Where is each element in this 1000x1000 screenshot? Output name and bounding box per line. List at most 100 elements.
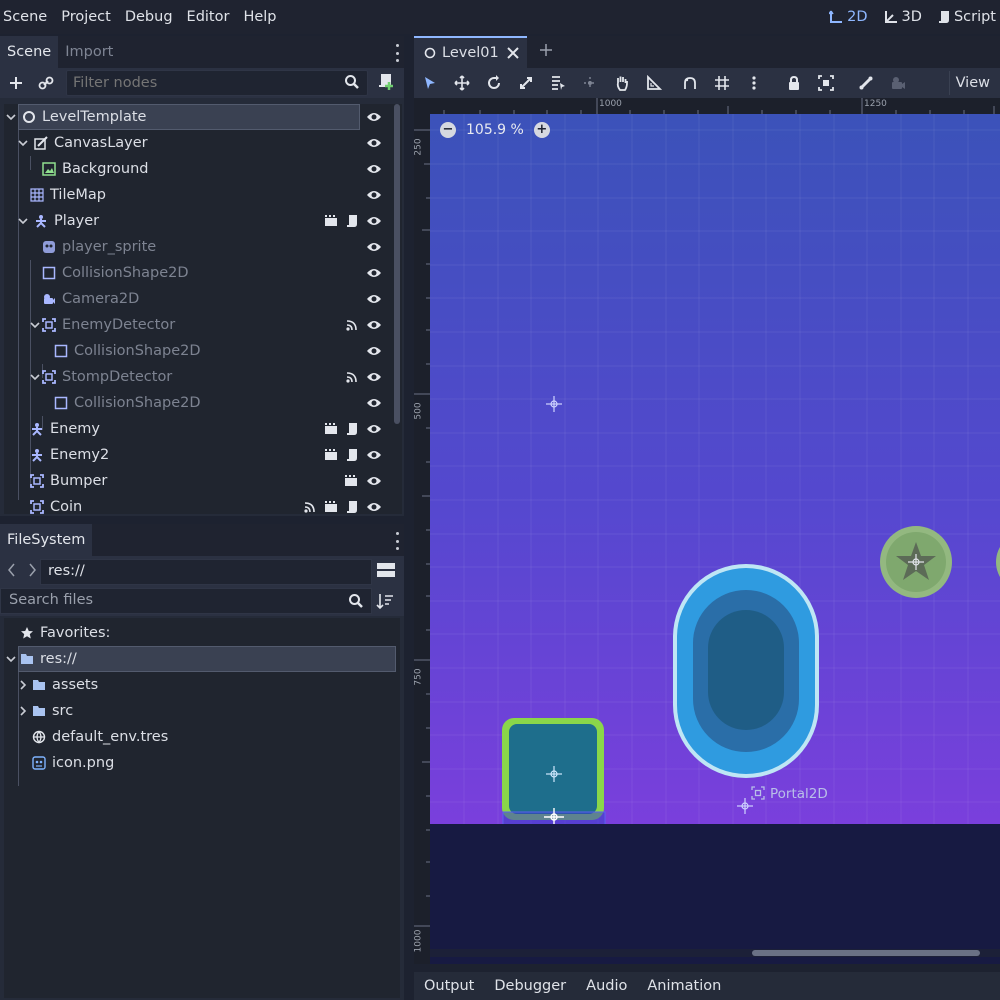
visibility-eye-icon[interactable] (366, 475, 382, 487)
search-files-input[interactable]: Search files (0, 588, 372, 614)
chevron-down-icon[interactable] (30, 320, 40, 330)
snap-options-button[interactable] (738, 70, 770, 96)
menu-project[interactable]: Project (57, 0, 119, 34)
2d-viewport[interactable]: 1000 1250 250 500 750 1000 Portal2D − 10… (414, 98, 1000, 964)
visibility-eye-icon[interactable] (366, 241, 382, 253)
favorites-header[interactable]: Favorites: (4, 620, 396, 646)
dock-menu-icon[interactable] (394, 44, 400, 62)
tree-item-leveltemplate[interactable]: LevelTemplate (4, 104, 392, 130)
zoom-out-button[interactable]: − (440, 122, 456, 138)
signal-icon[interactable] (346, 319, 358, 331)
skeleton-button[interactable] (850, 70, 882, 96)
visibility-eye-icon[interactable] (366, 137, 382, 149)
tree-item-camera[interactable]: Camera2D (4, 286, 392, 312)
chevron-down-icon[interactable] (18, 138, 28, 148)
visibility-eye-icon[interactable] (366, 267, 382, 279)
tree-item-background[interactable]: Background (4, 156, 392, 182)
script-icon[interactable] (346, 422, 358, 436)
tab-import[interactable]: Import (58, 36, 120, 68)
tree-item-collisionshape[interactable]: CollisionShape2D (4, 260, 392, 286)
tab-scene[interactable]: Scene (0, 36, 59, 68)
menu-help[interactable]: Help (239, 0, 284, 34)
tree-item-player[interactable]: Player (4, 208, 392, 234)
visibility-eye-icon[interactable] (366, 215, 382, 227)
tab-output[interactable]: Output (414, 972, 484, 1000)
visibility-eye-icon[interactable] (366, 163, 382, 175)
lock-button[interactable] (778, 70, 810, 96)
visibility-eye-icon[interactable] (366, 293, 382, 305)
scene-instance-icon[interactable] (324, 501, 338, 513)
tree-item-stompdetector[interactable]: StompDetector (4, 364, 392, 390)
rotate-tool-button[interactable] (478, 70, 510, 96)
tree-item-canvaslayer[interactable]: CanvasLayer (4, 130, 392, 156)
tab-animation[interactable]: Animation (637, 972, 731, 1000)
workspace-3d-button[interactable]: 3D (884, 9, 922, 25)
back-icon[interactable] (8, 563, 16, 581)
visibility-eye-icon[interactable] (366, 319, 382, 331)
scene-instance-icon[interactable] (344, 475, 358, 487)
visibility-eye-icon[interactable] (366, 371, 382, 383)
chevron-down-icon[interactable] (6, 654, 16, 664)
script-icon[interactable] (346, 448, 358, 462)
visibility-eye-icon[interactable] (366, 449, 382, 461)
chevron-right-icon[interactable] (18, 706, 28, 716)
horizontal-scrollbar[interactable] (752, 950, 980, 956)
menu-editor[interactable]: Editor (183, 0, 238, 34)
fs-item-assets[interactable]: assets (4, 672, 396, 698)
forward-icon[interactable] (28, 563, 36, 581)
smart-snap-button[interactable] (674, 70, 706, 96)
tab-audio[interactable]: Audio (576, 972, 637, 1000)
scene-instance-icon[interactable] (324, 423, 338, 435)
visibility-eye-icon[interactable] (366, 345, 382, 357)
scene-instance-icon[interactable] (324, 449, 338, 461)
workspace-script-button[interactable]: Script (938, 9, 996, 25)
tree-item-coin[interactable]: Coin (4, 494, 392, 514)
scene-instance-icon[interactable] (324, 215, 338, 227)
scene-tree-scrollbar[interactable] (394, 104, 400, 424)
visibility-eye-icon[interactable] (366, 189, 382, 201)
zoom-level[interactable]: 105.9 % (466, 122, 524, 138)
instance-scene-button[interactable] (33, 70, 59, 96)
move-tool-button[interactable] (446, 70, 478, 96)
zoom-in-button[interactable]: + (533, 122, 550, 138)
scale-tool-button[interactable] (510, 70, 542, 96)
script-icon[interactable] (346, 500, 358, 514)
filter-nodes-input[interactable] (66, 70, 368, 96)
chevron-down-icon[interactable] (30, 372, 40, 382)
grid-snap-button[interactable] (706, 70, 738, 96)
list-select-button[interactable] (542, 70, 574, 96)
dock-menu-icon[interactable] (394, 532, 400, 550)
chevron-right-icon[interactable] (18, 680, 28, 690)
script-icon[interactable] (346, 214, 358, 228)
fs-item-res-root[interactable]: res:// (4, 646, 396, 672)
tree-item-tilemap[interactable]: TileMap (4, 182, 392, 208)
tree-item-collisionshape[interactable]: CollisionShape2D (4, 338, 392, 364)
tree-item-enemy[interactable]: Enemy (4, 416, 392, 442)
attach-script-button[interactable] (376, 71, 396, 95)
close-icon[interactable] (507, 47, 519, 59)
chevron-down-icon[interactable] (18, 216, 28, 226)
pivot-tool-button[interactable] (574, 70, 606, 96)
workspace-2d-button[interactable]: 2D (829, 9, 868, 25)
tree-item-enemydetector[interactable]: EnemyDetector (4, 312, 392, 338)
visibility-eye-icon[interactable] (366, 111, 382, 123)
sort-icon[interactable] (376, 592, 394, 614)
visibility-eye-icon[interactable] (366, 423, 382, 435)
fs-item-src[interactable]: src (4, 698, 396, 724)
tree-item-enemy2[interactable]: Enemy2 (4, 442, 392, 468)
tab-filesystem[interactable]: FileSystem (0, 524, 93, 556)
view-menu-button[interactable]: View (948, 71, 996, 95)
pan-tool-button[interactable] (606, 70, 638, 96)
scene-canvas[interactable]: Portal2D − 105.9 % + (430, 114, 1000, 824)
signal-icon[interactable] (346, 371, 358, 383)
group-button[interactable] (810, 70, 842, 96)
select-tool-button[interactable] (414, 70, 446, 96)
add-scene-tab-button[interactable] (539, 43, 553, 61)
ruler-tool-button[interactable] (638, 70, 670, 96)
filesystem-path-field[interactable]: res:// (40, 559, 372, 585)
tree-item-bumper[interactable]: Bumper (4, 468, 392, 494)
menu-debug[interactable]: Debug (121, 0, 181, 34)
chevron-down-icon[interactable] (6, 112, 16, 122)
tab-level01[interactable]: Level01 (414, 36, 527, 68)
fs-item-default-env[interactable]: default_env.tres (4, 724, 396, 750)
